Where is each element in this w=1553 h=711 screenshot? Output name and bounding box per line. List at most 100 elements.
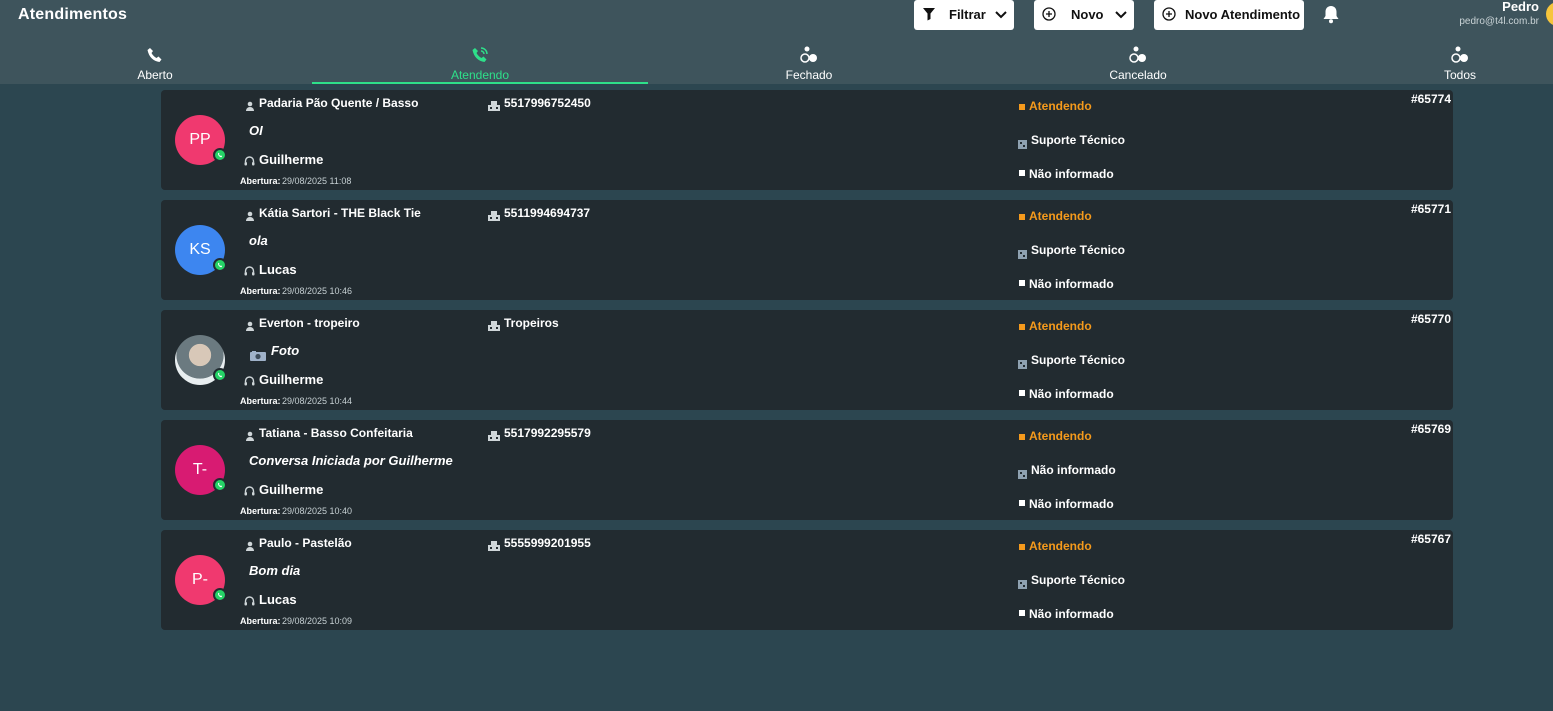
tab-aberto[interactable]: Aberto [0, 44, 323, 84]
opening-date: 29/08/2025 10:46 [282, 286, 353, 296]
contact-name: Kátia Sartori - THE Black Tie [259, 206, 421, 220]
whatsapp-icon [213, 478, 227, 492]
whatsapp-icon [213, 258, 227, 272]
department-icon [1018, 136, 1027, 154]
agent-headset-icon [244, 374, 255, 392]
status-badge: Atendendo [1029, 539, 1092, 553]
new-ticket-button-label: Novo Atendimento [1185, 7, 1301, 22]
department-icon [1018, 466, 1027, 484]
ticket-card[interactable]: Everton - tropeiro Tropeiros Foto Guilhe… [161, 310, 1453, 410]
avatar-initials: T- [192, 461, 208, 478]
ticket-number: #65770 [1410, 312, 1451, 326]
tab-label: Atendendo [450, 68, 510, 82]
user-icon [245, 208, 255, 226]
user-icon [245, 318, 255, 336]
ticket-card[interactable]: P- Paulo - Pastelão 5555999201955 Bom di… [161, 530, 1453, 630]
opening-date: 29/08/2025 11:08 [282, 176, 352, 186]
department-label: Suporte Técnico [1031, 353, 1126, 367]
agent-headset-icon [244, 484, 255, 502]
info-label: Não informado [1029, 277, 1114, 291]
ticket-number: #65774 [1410, 92, 1451, 106]
assigned-agent: Lucas [259, 592, 297, 607]
assigned-agent: Lucas [259, 262, 297, 277]
user-avatar[interactable] [1546, 2, 1553, 26]
contact-phone: 5511994694737 [504, 206, 591, 220]
ticket-number: #65767 [1410, 532, 1451, 546]
tab-todos[interactable]: Todos [1292, 44, 1553, 84]
status-dot [1019, 544, 1025, 550]
whatsapp-icon [213, 148, 227, 162]
ticket-card[interactable]: PP Padaria Pão Quente / Basso 5517996752… [161, 90, 1453, 190]
info-dot [1019, 390, 1025, 396]
opening-label: Abertura: [240, 176, 281, 186]
tab-label: Cancelado [1109, 68, 1167, 82]
status-dot [1019, 434, 1025, 440]
cancelled-status-icon [1128, 46, 1148, 69]
building-icon [488, 208, 500, 226]
opening-label: Abertura: [240, 396, 281, 406]
tab-atendendo[interactable]: Atendendo [312, 44, 648, 84]
camera-icon [250, 348, 266, 366]
closed-status-icon [799, 46, 819, 69]
tab-label: Aberto [137, 68, 173, 82]
last-message: Foto [271, 343, 300, 358]
status-dot [1019, 214, 1025, 220]
info-dot [1019, 610, 1025, 616]
avatar-initials: PP [189, 131, 211, 148]
agent-headset-icon [244, 264, 255, 282]
building-icon [488, 538, 500, 556]
info-label: Não informado [1029, 167, 1114, 181]
filter-button[interactable]: Filtrar [914, 0, 1014, 30]
department-label: Suporte Técnico [1031, 573, 1126, 587]
page-title: Atendimentos [18, 6, 128, 23]
opening-date: 29/08/2025 10:40 [282, 506, 353, 516]
info-dot [1019, 280, 1025, 286]
status-dot [1019, 324, 1025, 330]
department-label: Não informado [1031, 463, 1116, 477]
user-name[interactable]: Pedro [1502, 0, 1539, 14]
department-label: Suporte Técnico [1031, 243, 1126, 257]
all-status-icon [1450, 46, 1470, 69]
status-badge: Atendendo [1029, 209, 1092, 223]
new-button[interactable]: Novo [1034, 0, 1134, 30]
info-dot [1019, 170, 1025, 176]
top-bar: Atendimentos Filtrar Novo Novo Atendimen… [0, 0, 1553, 84]
last-message: Bom dia [249, 563, 301, 578]
agent-headset-icon [244, 154, 255, 172]
ticket-card[interactable]: T- Tatiana - Basso Confeitaria 551799229… [161, 420, 1453, 520]
last-message: Conversa Iniciada por Guilherme [249, 453, 453, 468]
info-label: Não informado [1029, 497, 1114, 511]
whatsapp-icon [213, 588, 227, 602]
building-icon [488, 318, 500, 336]
user-icon [245, 538, 255, 556]
opening-label: Abertura: [240, 506, 281, 516]
opening-date: 29/08/2025 10:09 [282, 616, 353, 626]
status-badge: Atendendo [1029, 429, 1092, 443]
user-icon [245, 428, 255, 446]
phone-icon [146, 46, 164, 69]
building-icon [488, 98, 500, 116]
tab-cancelado[interactable]: Cancelado [970, 44, 1306, 84]
agent-headset-icon [244, 594, 255, 612]
contact-phone: 5517996752450 [504, 96, 591, 110]
contact-name: Padaria Pão Quente / Basso [259, 96, 419, 110]
ticket-card[interactable]: KS Kátia Sartori - THE Black Tie 5511994… [161, 200, 1453, 300]
chevron-down-icon [1114, 8, 1128, 22]
ticket-number: #65771 [1410, 202, 1451, 216]
ticket-number: #65769 [1410, 422, 1451, 436]
last-message: OI [249, 123, 263, 138]
department-icon [1018, 246, 1027, 264]
contact-phone: 5555999201955 [504, 536, 591, 550]
new-ticket-button[interactable]: Novo Atendimento [1154, 0, 1304, 30]
assigned-agent: Guilherme [259, 372, 324, 387]
info-dot [1019, 500, 1025, 506]
contact-name: Everton - tropeiro [259, 316, 360, 330]
user-email: pedro@t4l.com.br [1459, 16, 1539, 27]
chevron-down-icon [994, 8, 1008, 22]
opening-label: Abertura: [240, 286, 281, 296]
department-icon [1018, 576, 1027, 594]
avatar-initials: P- [192, 571, 208, 588]
notification-bell-icon[interactable] [1322, 4, 1340, 29]
status-badge: Atendendo [1029, 319, 1092, 333]
tab-fechado[interactable]: Fechado [641, 44, 977, 84]
